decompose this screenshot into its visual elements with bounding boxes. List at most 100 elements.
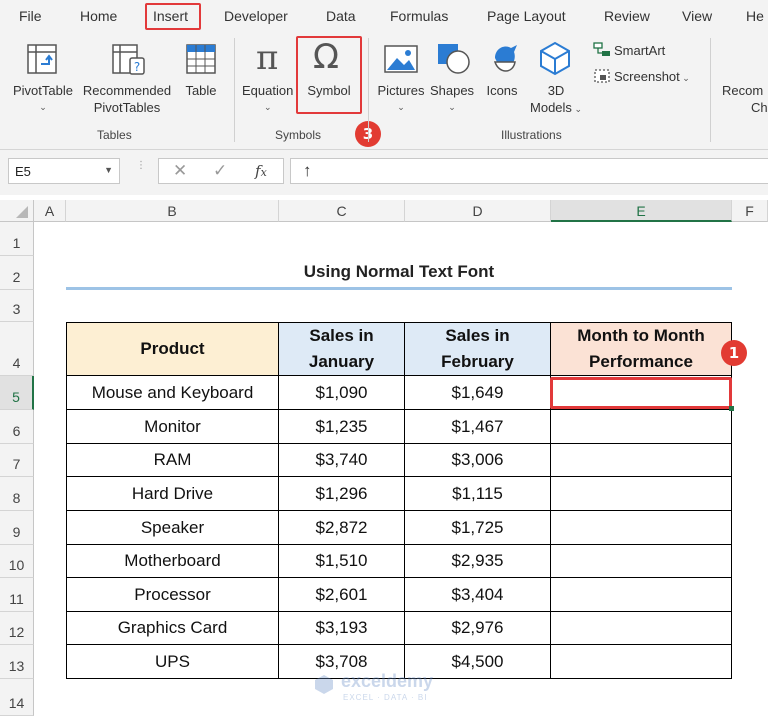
cell-performance[interactable] — [551, 612, 732, 645]
column-header-e[interactable]: E — [551, 200, 732, 222]
chevron-down-icon: ⌄ — [39, 102, 47, 112]
icons-button[interactable]: Icons — [480, 82, 524, 99]
cell-performance[interactable] — [551, 645, 732, 679]
pictures-label: Pictures — [377, 83, 425, 98]
menu-developer[interactable]: Developer — [224, 8, 288, 24]
row-header-7[interactable]: 7 — [0, 444, 34, 477]
menu-data[interactable]: Data — [326, 8, 356, 24]
row-header-11[interactable]: 11 — [0, 578, 34, 612]
cell-performance[interactable] — [551, 511, 732, 545]
drag-handle-icon[interactable]: ⋮ — [136, 161, 146, 178]
cell-product[interactable]: Hard Drive — [66, 477, 279, 511]
row-header-3[interactable]: 3 — [0, 290, 34, 322]
menu-formulas[interactable]: Formulas — [390, 8, 448, 24]
cell-product[interactable]: Processor — [66, 578, 279, 612]
3d-models-button[interactable]: 3D Models ⌄ — [526, 82, 586, 118]
cell-sales-january[interactable]: $2,872 — [279, 511, 405, 545]
cell-product[interactable]: Graphics Card — [66, 612, 279, 645]
cell-sales-february[interactable]: $1,467 — [405, 410, 551, 444]
menu-home[interactable]: Home — [80, 8, 117, 24]
recommended-pivottables-button[interactable]: Recommended PivotTables — [78, 82, 176, 116]
cell-sales-january[interactable]: $3,193 — [279, 612, 405, 645]
cell-sales-february[interactable]: $1,649 — [405, 376, 551, 410]
ribbon-separator — [368, 38, 369, 142]
row-header-12[interactable]: 12 — [0, 612, 34, 645]
shapes-button[interactable]: Shapes ⌄ — [428, 82, 476, 116]
cell-performance[interactable] — [551, 410, 732, 444]
column-header-f[interactable]: F — [732, 200, 768, 222]
pivottable-button[interactable]: PivotTable ⌄ — [8, 82, 78, 116]
cell-product[interactable]: RAM — [66, 444, 279, 477]
cell-sales-january[interactable]: $1,510 — [279, 545, 405, 578]
row-header-13[interactable]: 13 — [0, 645, 34, 679]
header-sales-february[interactable]: Sales in February — [405, 322, 551, 376]
chevron-down-icon: ⌄ — [679, 73, 690, 83]
cell-product[interactable]: UPS — [66, 645, 279, 679]
cell-performance[interactable] — [551, 545, 732, 578]
menu-file[interactable]: File — [19, 8, 42, 24]
equation-button[interactable]: Equation ⌄ — [242, 82, 298, 116]
cell-sales-february[interactable]: $2,976 — [405, 612, 551, 645]
row-header-9[interactable]: 9 — [0, 511, 34, 545]
cell-product[interactable]: Motherboard — [66, 545, 279, 578]
cell-sales-february[interactable]: $1,725 — [405, 511, 551, 545]
pictures-button[interactable]: Pictures ⌄ — [372, 82, 430, 116]
header-month-performance[interactable]: Month to Month Performance — [551, 322, 732, 376]
cell-product[interactable]: Monitor — [66, 410, 279, 444]
cell-sales-january[interactable]: $1,296 — [279, 477, 405, 511]
row-header-5[interactable]: 5 — [0, 376, 34, 410]
column-header-b[interactable]: B — [66, 200, 279, 222]
cell-sales-january[interactable]: $3,740 — [279, 444, 405, 477]
row-header-10[interactable]: 10 — [0, 545, 34, 578]
cell-sales-january[interactable]: $2,601 — [279, 578, 405, 612]
cell-product[interactable]: Mouse and Keyboard — [66, 376, 279, 410]
header-sales-january[interactable]: Sales in January — [279, 322, 405, 376]
select-all-triangle-icon — [16, 206, 28, 218]
cell-product[interactable]: Speaker — [66, 511, 279, 545]
row-header-1[interactable]: 1 — [0, 222, 34, 256]
row-header-6[interactable]: 6 — [0, 410, 34, 444]
menu-review[interactable]: Review — [604, 8, 650, 24]
cell-sales-january[interactable]: $1,235 — [279, 410, 405, 444]
column-header-d[interactable]: D — [405, 200, 551, 222]
formula-input[interactable]: ↑ — [290, 158, 768, 184]
recommended-charts-button[interactable]: Recom Ch — [722, 82, 768, 116]
cell-sales-january[interactable]: $1,090 — [279, 376, 405, 410]
cell-sales-february[interactable]: $3,404 — [405, 578, 551, 612]
screenshot-button[interactable]: Screenshot ⌄ — [614, 68, 690, 87]
cell-sales-february[interactable]: $1,115 — [405, 477, 551, 511]
cell-performance[interactable] — [551, 477, 732, 511]
header-product[interactable]: Product — [66, 322, 279, 376]
cancel-icon[interactable]: ✕ — [173, 161, 187, 181]
name-box[interactable]: E5 ▼ — [8, 158, 120, 184]
cell-sales-february[interactable]: $3,006 — [405, 444, 551, 477]
insert-function-icon[interactable]: fx — [255, 162, 267, 180]
row-header-14[interactable]: 14 — [0, 679, 34, 716]
row-header-8[interactable]: 8 — [0, 477, 34, 511]
formula-buttons: ✕ ✓ fx — [158, 158, 284, 184]
equation-label: Equation — [242, 83, 294, 98]
column-header-c[interactable]: C — [279, 200, 405, 222]
name-box-value: E5 — [15, 164, 31, 179]
enter-check-icon[interactable]: ✓ — [213, 161, 227, 181]
cell-sales-february[interactable]: $2,935 — [405, 545, 551, 578]
sheet-title[interactable]: Using Normal Text Font — [66, 257, 732, 287]
menu-view[interactable]: View — [682, 8, 712, 24]
watermark-brand: exceldemy — [341, 671, 434, 691]
fill-handle[interactable] — [729, 406, 734, 411]
cell-performance[interactable] — [551, 578, 732, 612]
column-header-a[interactable]: A — [34, 200, 66, 222]
chevron-down-icon[interactable]: ▼ — [104, 165, 113, 175]
select-all-corner[interactable] — [0, 200, 34, 222]
table-button[interactable]: Table — [178, 82, 224, 99]
row-header-2[interactable]: 2 — [0, 256, 34, 290]
recommended-pivottables-icon: ? — [112, 44, 145, 75]
cell-performance[interactable] — [551, 444, 732, 477]
menu-help[interactable]: He — [746, 8, 764, 24]
row-number: 11 — [9, 591, 24, 607]
row-number: 2 — [12, 269, 21, 285]
row-header-4[interactable]: 4 — [0, 322, 34, 376]
row-number: 10 — [8, 557, 25, 573]
menu-page-layout[interactable]: Page Layout — [487, 8, 566, 24]
smartart-button[interactable]: SmartArt — [614, 42, 665, 59]
